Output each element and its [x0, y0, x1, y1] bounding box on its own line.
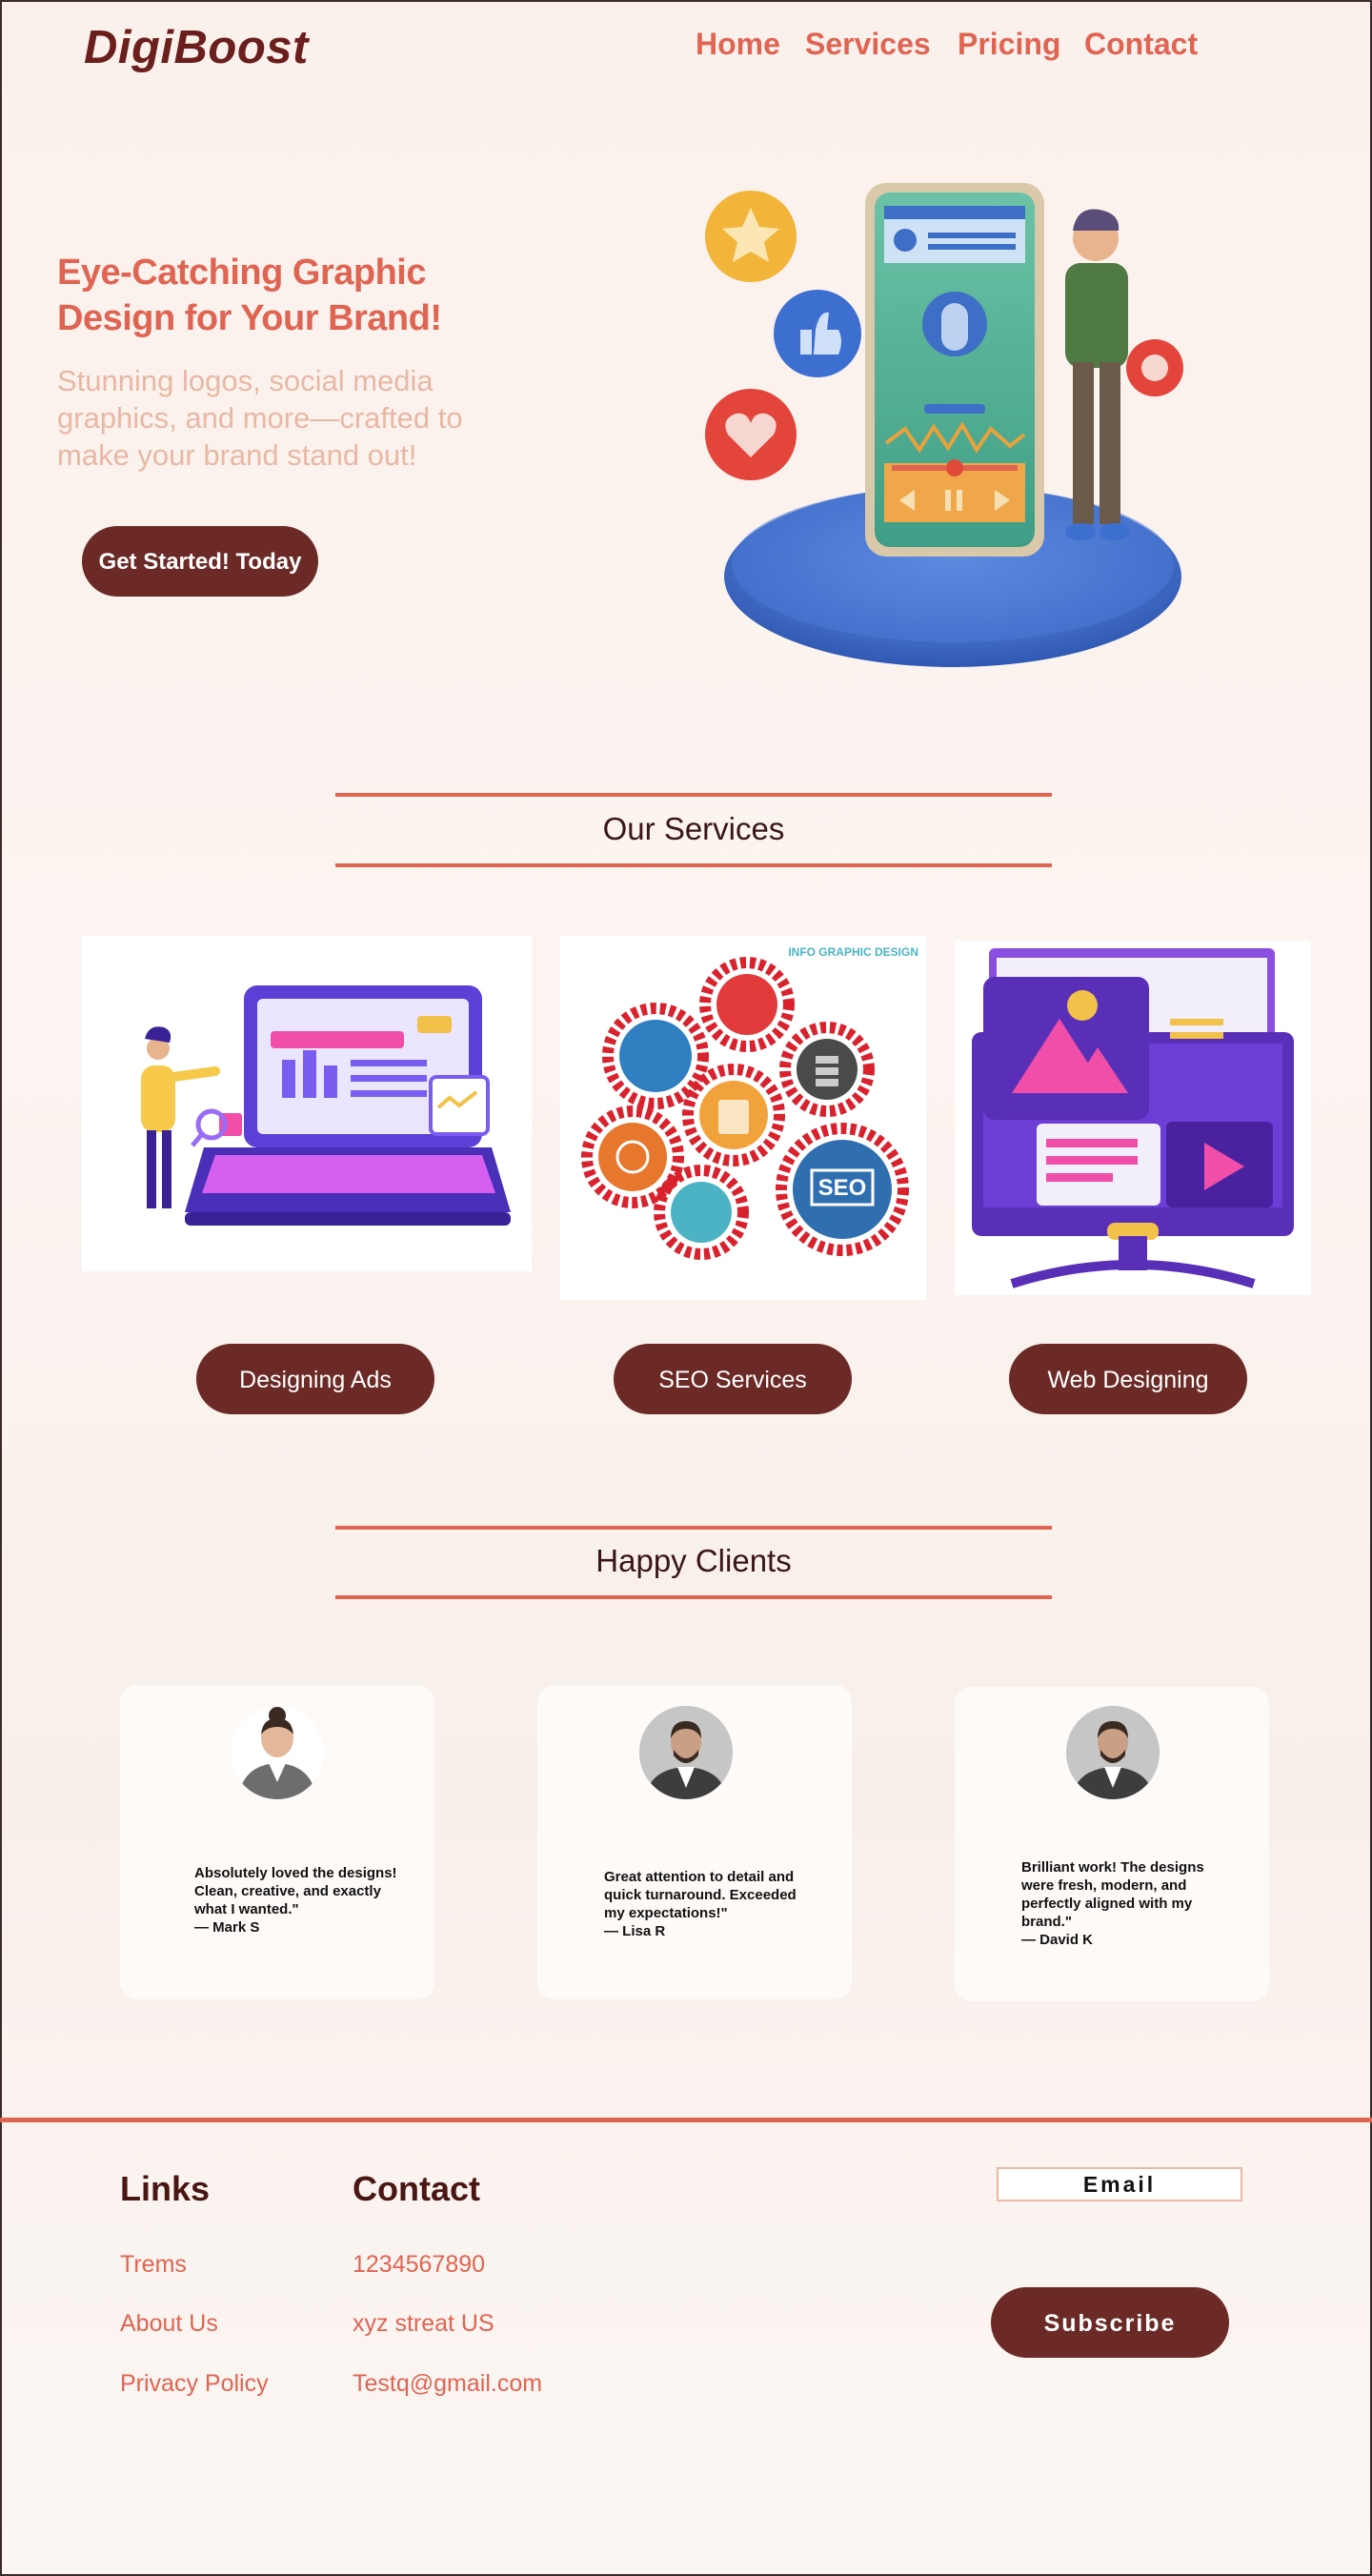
testimonial-card: Absolutely loved the designs! Clean, cre… [120, 1685, 434, 1999]
designing-ads-image [82, 936, 532, 1271]
testimonial-quote: Absolutely loved the designs! Clean, cre… [194, 1865, 397, 1917]
nav-services[interactable]: Services [805, 27, 931, 62]
nav-contact[interactable]: Contact [1084, 27, 1198, 62]
get-started-button[interactable]: Get Started! Today [82, 526, 318, 597]
links-heading: Links [120, 2169, 211, 2208]
contact-phone: 1234567890 [353, 2251, 486, 2278]
testimonial-author: — Mark S [194, 1919, 260, 1936]
footer-link-about[interactable]: About Us [120, 2310, 218, 2338]
avatar [231, 1706, 324, 1799]
avatar [639, 1706, 733, 1799]
footer-link-privacy[interactable]: Privacy Policy [120, 2370, 269, 2398]
footer-link-terms[interactable]: Trems [120, 2251, 187, 2279]
contact-heading: Contact [353, 2169, 480, 2208]
clients-rule-bottom [335, 1595, 1052, 1599]
nav-pricing[interactable]: Pricing [958, 27, 1060, 62]
seo-badge: SEO [818, 1175, 867, 1201]
hero-title: Eye-Catching Graphic Design for Your Bra… [57, 253, 442, 338]
testimonial-author: — Lisa R [604, 1923, 666, 1939]
testimonial-author: — David K [1021, 1932, 1094, 1948]
testimonial-card: Brilliant work! The designs were fresh, … [955, 1687, 1269, 2001]
contact-address: xyz streat US [353, 2310, 494, 2337]
testimonial-quote: Great attention to detail and quick turn… [604, 1869, 797, 1921]
hero-illustration [705, 183, 1183, 667]
services-rule-bottom [335, 863, 1052, 867]
email-field[interactable] [997, 2167, 1242, 2201]
footer-rule [0, 2118, 1372, 2122]
web-designing-image [955, 941, 1311, 1295]
site-logo[interactable]: DigiBoost [84, 21, 309, 74]
testimonial-quote: Brilliant work! The designs were fresh, … [1021, 1859, 1204, 1930]
designing-ads-button[interactable]: Designing Ads [196, 1344, 434, 1414]
nav-home[interactable]: Home [696, 27, 780, 62]
services-heading: Our Services [602, 811, 785, 846]
hero-subtitle: Stunning logos, social media graphics, a… [57, 364, 463, 472]
services-rule-top [335, 793, 1052, 797]
clients-rule-top [335, 1526, 1052, 1530]
avatar [1066, 1706, 1160, 1799]
testimonial-card: Great attention to detail and quick turn… [537, 1685, 852, 1999]
seo-services-button[interactable]: SEO Services [614, 1344, 852, 1414]
infographic-caption: INFO GRAPHIC DESIGN [788, 945, 918, 959]
subscribe-button[interactable]: Subscribe [991, 2287, 1229, 2358]
contact-email-link[interactable]: Testq@gmail.com [353, 2370, 542, 2398]
clients-heading: Happy Clients [595, 1543, 792, 1578]
web-designing-button[interactable]: Web Designing [1009, 1344, 1247, 1414]
seo-services-image: INFO GRAPHIC DESIGN SEO [560, 936, 926, 1300]
